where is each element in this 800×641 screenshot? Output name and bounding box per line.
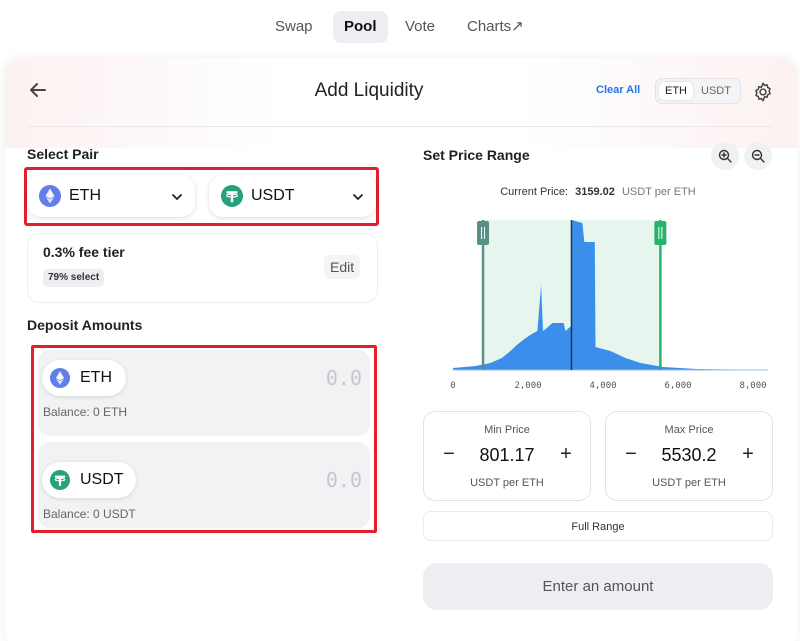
nav-tab-pool[interactable]: Pool <box>333 11 388 43</box>
zoom-out-button[interactable] <box>744 142 772 170</box>
chevron-down-icon <box>171 190 183 202</box>
usdt-icon <box>50 470 70 495</box>
fee-tier-label: 0.3% fee tier <box>43 244 125 260</box>
nav-tab-charts[interactable]: Charts↗ <box>456 11 535 43</box>
max-price-increment-button[interactable]: + <box>736 442 760 466</box>
current-price-unit: USDT per ETH <box>621 186 696 198</box>
currency-toggle: ETH USDT <box>655 78 741 104</box>
currency-option-eth[interactable]: ETH <box>659 82 693 100</box>
nav-tab-vote[interactable]: Vote <box>394 11 446 43</box>
current-price-label: Current Price: <box>500 186 569 198</box>
deposit-token-symbol: USDT <box>80 471 124 488</box>
deposit-panel-eth[interactable]: ETH 0.0 Balance: 0 ETH <box>38 350 370 436</box>
enter-amount-button[interactable]: Enter an amount <box>423 563 773 610</box>
x-tick-label: 4,000 <box>589 381 616 391</box>
token-b-select[interactable]: USDT <box>209 175 376 217</box>
fee-edit-button[interactable]: Edit <box>324 255 361 279</box>
fee-select-badge: 79% select <box>43 269 105 287</box>
max-price-label: Max Price <box>664 424 714 436</box>
select-pair-label: Select Pair <box>27 146 99 162</box>
deposit-amounts-label: Deposit Amounts <box>27 317 143 333</box>
fee-tier-card: 0.3% fee tier 79% select Edit <box>27 233 378 303</box>
max-price-unit: USDT per ETH <box>652 477 726 489</box>
deposit-amount-input[interactable]: 0.0 <box>326 468 362 492</box>
min-price-label: Min Price <box>484 424 530 436</box>
liquidity-chart[interactable]: 0 2,000 4,000 6,000 8,000 <box>450 215 770 395</box>
x-tick-label: 6,000 <box>664 381 691 391</box>
eth-icon <box>39 185 61 212</box>
deposit-token-usdt[interactable]: USDT <box>42 462 136 498</box>
page-title: Add Liquidity <box>314 80 424 101</box>
current-price-value: 3159.02 <box>575 186 615 198</box>
range-max-handle <box>654 221 667 245</box>
deposit-amount-input[interactable]: 0.0 <box>326 366 362 390</box>
token-a-select[interactable]: ETH <box>27 175 195 217</box>
deposit-balance: Balance: 0 ETH <box>43 405 128 419</box>
gear-icon[interactable] <box>752 81 774 103</box>
min-price-box: Min Price − 801.17 + USDT per ETH <box>423 411 591 501</box>
liquidity-chart-svg: 0 2,000 4,000 6,000 8,000 <box>450 220 768 391</box>
full-range-button[interactable]: Full Range <box>423 511 773 541</box>
x-tick-label: 8,000 <box>739 381 766 391</box>
usdt-icon <box>221 185 243 212</box>
token-a-symbol: ETH <box>69 187 101 204</box>
deposit-token-eth[interactable]: ETH <box>42 360 126 396</box>
max-price-box: Max Price − 5530.2 + USDT per ETH <box>605 411 773 501</box>
token-b-symbol: USDT <box>251 187 295 204</box>
x-tick-label: 2,000 <box>514 381 541 391</box>
back-arrow-icon[interactable] <box>27 79 49 101</box>
eth-icon <box>50 368 70 393</box>
nav-tab-swap[interactable]: Swap <box>264 11 324 43</box>
currency-option-usdt[interactable]: USDT <box>695 82 737 100</box>
min-price-increment-button[interactable]: + <box>554 442 578 466</box>
zoom-in-button[interactable] <box>711 142 739 170</box>
set-price-range-label: Set Price Range <box>423 147 530 163</box>
header-divider <box>27 126 773 127</box>
zoom-in-icon <box>718 149 732 163</box>
deposit-balance: Balance: 0 USDT <box>43 507 136 521</box>
top-nav: Swap Pool Vote Charts↗ <box>0 0 800 58</box>
x-tick-label: 0 <box>450 381 455 391</box>
deposit-token-symbol: ETH <box>80 369 112 386</box>
chevron-down-icon <box>352 190 364 202</box>
current-price: Current Price: 3159.02 USDT per ETH <box>423 186 773 198</box>
deposit-panel-usdt[interactable]: USDT 0.0 Balance: 0 USDT <box>38 442 370 528</box>
min-price-unit: USDT per ETH <box>470 477 544 489</box>
clear-all-button[interactable]: Clear All <box>596 84 640 96</box>
zoom-out-icon <box>751 149 765 163</box>
range-min-handle <box>477 221 490 245</box>
